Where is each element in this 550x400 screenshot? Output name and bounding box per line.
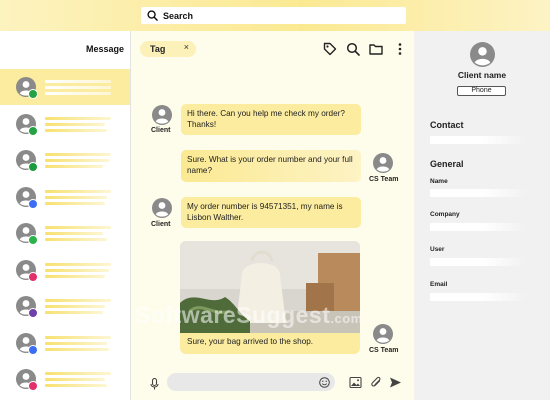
conversation-item[interactable]: [0, 288, 130, 324]
message-preview-placeholder: [45, 262, 111, 266]
message-preview-placeholder: [45, 305, 105, 308]
client-avatar: [152, 105, 172, 125]
message-preview-placeholder: [45, 299, 111, 302]
contact-section-title: Contact: [430, 120, 464, 130]
sender-name: Client: [151, 127, 171, 134]
message-preview-placeholder: [45, 341, 107, 345]
whatsapp-icon: [28, 125, 38, 136]
message-preview-placeholder: [45, 311, 103, 314]
client-info-panel: Client name Phone Contact General Name C…: [414, 31, 550, 400]
message-input[interactable]: [167, 373, 335, 391]
search-icon: [147, 10, 158, 21]
instagram-icon: [28, 381, 38, 391]
client-name: Client name: [457, 70, 507, 80]
emoji-icon[interactable]: [319, 377, 330, 388]
sender-name: CS Team: [369, 176, 399, 183]
search-bar[interactable]: Search: [141, 7, 406, 24]
message-preview-placeholder: [45, 238, 107, 241]
name-label: Name: [430, 178, 448, 185]
message-composer: [131, 365, 414, 400]
conversation-item[interactable]: [0, 325, 130, 361]
message-preview-placeholder: [45, 274, 105, 278]
conversation-item[interactable]: [0, 106, 130, 142]
viber-icon: [28, 308, 38, 318]
more-vertical-icon[interactable]: [393, 42, 407, 56]
image-icon[interactable]: [349, 376, 362, 389]
tag-icon[interactable]: [323, 42, 337, 56]
conversation-item[interactable]: [0, 142, 130, 178]
whatsapp-business-icon: [28, 162, 38, 172]
email-label: Email: [430, 281, 448, 288]
agent-photo-message: Sure, your bag arrived to the shop.: [180, 241, 360, 354]
message-preview-placeholder: [45, 116, 111, 120]
message-preview-placeholder: [45, 122, 105, 126]
message-preview-placeholder: [45, 232, 103, 235]
tag-chip[interactable]: Tag ×: [140, 41, 196, 57]
message-preview-placeholder: [45, 335, 111, 339]
agent-avatar: [373, 324, 393, 344]
search-icon[interactable]: [346, 42, 360, 56]
conversation-item[interactable]: [0, 361, 130, 397]
conversation-item[interactable]: [0, 252, 130, 288]
phone-button[interactable]: Phone: [457, 86, 506, 96]
email-field[interactable]: [430, 293, 526, 301]
message-preview-placeholder: [45, 80, 111, 83]
message-preview-placeholder: [45, 92, 111, 95]
wechat-icon: [28, 235, 38, 245]
tag-close-icon[interactable]: ×: [184, 42, 189, 52]
instagram-icon: [28, 271, 38, 282]
general-section-title: General: [430, 159, 464, 169]
message-preview-placeholder: [45, 86, 111, 89]
contact-field[interactable]: [430, 136, 526, 144]
top-bar: Search: [0, 0, 550, 31]
client-avatar: [470, 42, 495, 67]
company-label: Company: [430, 211, 460, 218]
folder-icon[interactable]: [369, 42, 383, 56]
agent-message-bubble: Sure. What is your order number and your…: [181, 150, 361, 182]
message-preview-placeholder: [45, 226, 111, 229]
sender-name: Client: [151, 221, 171, 228]
user-label: User: [430, 246, 445, 253]
chat-area: Tag × Client Hi there. Can you help me c…: [131, 31, 414, 400]
sender-name: CS Team: [369, 347, 399, 354]
conversation-item[interactable]: [0, 69, 130, 105]
photo-caption: Sure, your bag arrived to the shop.: [187, 337, 314, 346]
conversation-item[interactable]: [0, 179, 130, 215]
client-avatar: [152, 198, 172, 218]
message-preview-placeholder: [45, 201, 105, 205]
attachment-icon[interactable]: [370, 376, 383, 389]
message-preview-placeholder: [45, 159, 109, 162]
send-icon[interactable]: [389, 376, 402, 389]
message-preview-placeholder: [45, 372, 111, 375]
message-preview-placeholder: [45, 378, 105, 381]
client-message-bubble: Hi there. Can you help me check my order…: [181, 104, 361, 135]
message-preview-placeholder: [45, 195, 107, 199]
name-field[interactable]: [430, 189, 526, 197]
search-label: Search: [163, 10, 194, 21]
conversation-sidebar: Message: [0, 31, 131, 400]
message-preview-placeholder: [45, 347, 109, 351]
messenger-icon: [28, 344, 38, 355]
whatsapp-icon: [28, 89, 38, 99]
message-preview-placeholder: [45, 384, 107, 387]
sidebar-title: Message: [85, 44, 124, 54]
microphone-icon[interactable]: [150, 378, 159, 390]
agent-avatar: [373, 153, 393, 173]
client-message-bubble: My order number is 94571351, my name is …: [181, 197, 361, 228]
messenger-icon: [28, 198, 38, 209]
message-preview-placeholder: [45, 165, 103, 168]
company-field[interactable]: [430, 223, 526, 231]
tag-label: Tag: [150, 44, 166, 54]
bag-photo: [180, 241, 360, 333]
conversation-item[interactable]: [0, 215, 130, 251]
message-preview-placeholder: [45, 153, 111, 156]
message-preview-placeholder: [45, 268, 109, 272]
user-field[interactable]: [430, 258, 526, 266]
message-preview-placeholder: [45, 128, 107, 132]
message-preview-placeholder: [45, 189, 111, 193]
